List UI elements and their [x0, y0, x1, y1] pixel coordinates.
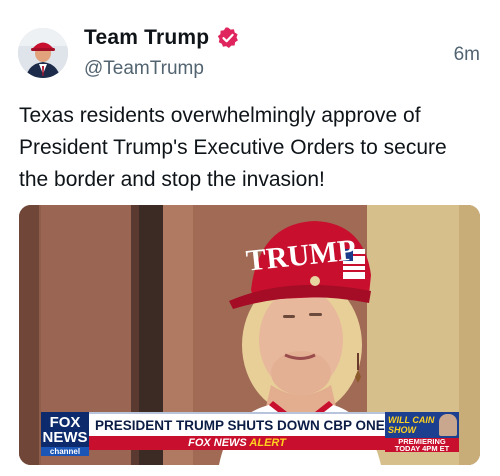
verified-badge-icon — [218, 27, 239, 48]
show-promo: WILL CAIN SHOW PREMIERING TODAY 4PM ET — [385, 412, 459, 452]
user-handle[interactable]: @TeamTrump — [84, 58, 204, 80]
chyron-alert: FOX NEWS ALERT — [89, 436, 385, 450]
post-media[interactable]: TRUMP FOX NEWS channel PRESIDENT TRUMP S… — [19, 205, 480, 465]
news-chyron: FOX NEWS channel PRESIDENT TRUMP SHUTS D… — [41, 412, 459, 456]
avatar-image — [18, 28, 68, 78]
promo-host-image — [439, 414, 457, 436]
promo-time: PREMIERING TODAY 4PM ET — [385, 438, 459, 452]
chyron-headline: PRESIDENT TRUMP SHUTS DOWN CBP ONE APP — [89, 412, 416, 436]
post-text: Texas residents overwhelmingly approve o… — [19, 104, 447, 191]
post-timestamp[interactable]: 6m — [454, 44, 480, 66]
fox-news-logo: FOX NEWS channel — [41, 412, 89, 456]
avatar[interactable] — [18, 28, 68, 78]
post-card[interactable]: Team Trump @TeamTrump 6m Texas residents… — [0, 0, 500, 476]
display-name[interactable]: Team Trump — [84, 26, 209, 50]
